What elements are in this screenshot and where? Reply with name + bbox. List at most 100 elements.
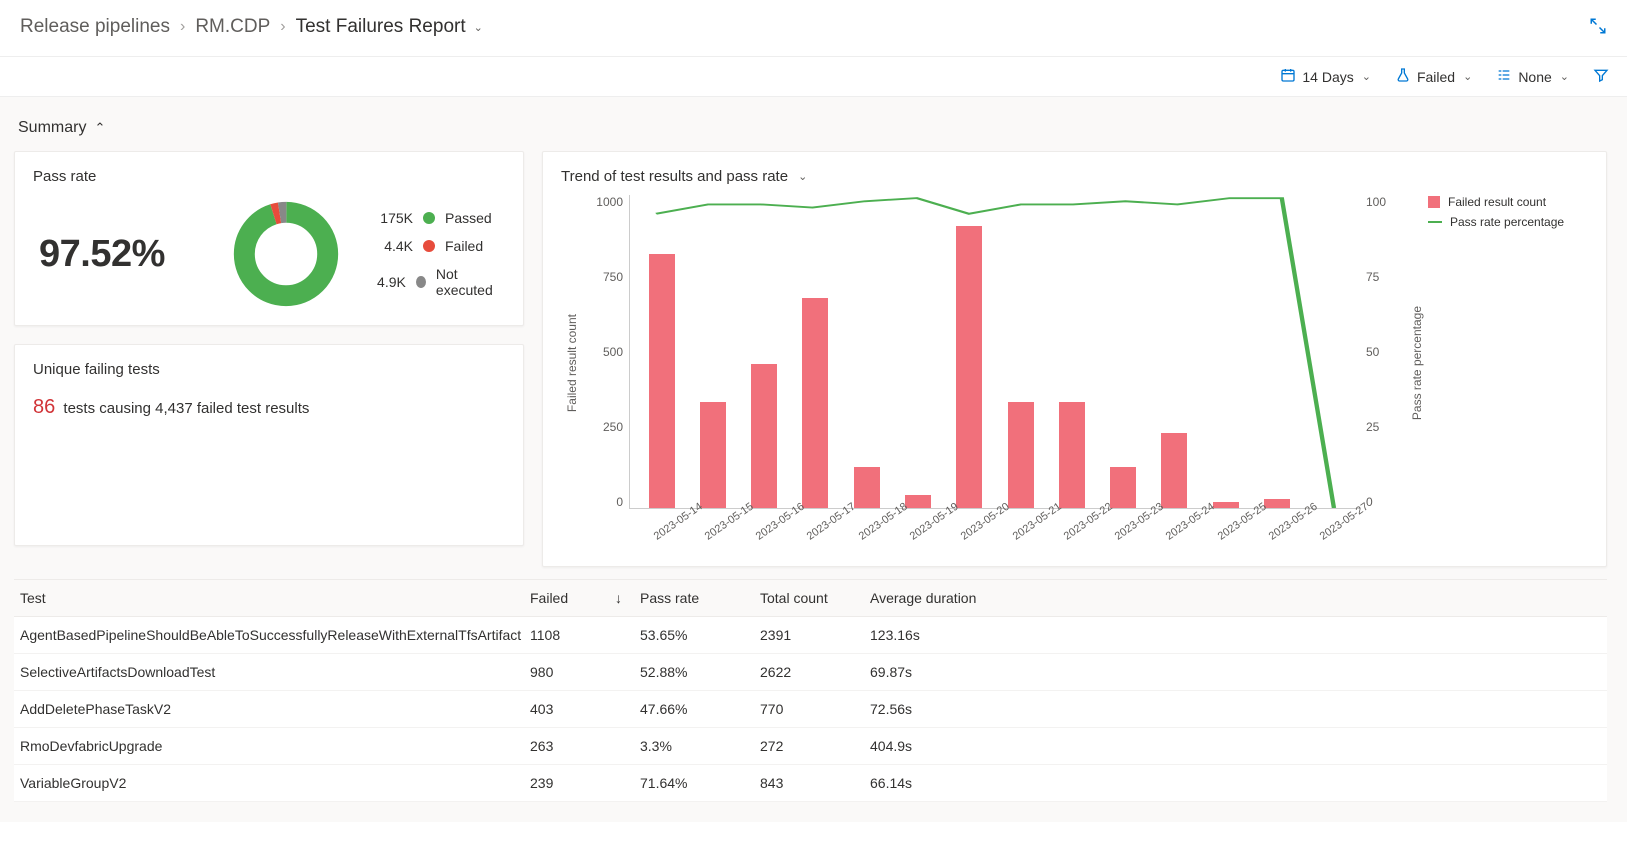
chevron-up-icon: ⌃ [94,120,105,136]
x-tick-label: 2023-05-22 [1062,518,1090,543]
cell-avg: 69.87s [870,664,1070,680]
x-tick-label: 2023-05-17 [805,518,833,543]
x-tick-label: 2023-05-14 [651,518,679,543]
table-row[interactable]: AddDeletePhaseTaskV240347.66%77072.56s [14,691,1607,728]
cell-failed: 980 [530,664,640,680]
cell-pass_rate: 52.88% [640,664,760,680]
chart-plot[interactable]: 2023-05-142023-05-152023-05-162023-05-17… [629,195,1360,509]
cell-pass_rate: 53.65% [640,627,760,643]
breadcrumb-root[interactable]: Release pipelines [20,16,170,38]
filter-button[interactable] [1593,67,1609,86]
pass-rate-donut [231,199,341,309]
pass-rate-value: 97.52% [33,233,203,276]
x-tick-label: 2023-05-20 [959,518,987,543]
sort-desc-icon: ↓ [615,590,622,606]
x-tick-label: 2023-05-16 [754,518,782,543]
chart-bar[interactable] [751,364,777,508]
legend-swatch-line [1428,221,1442,223]
chart-bar[interactable] [854,467,880,508]
chart-bar[interactable] [649,254,675,508]
legend-passed-count: 175K [369,210,413,226]
calendar-icon [1280,67,1296,86]
x-tick-label: 2023-05-15 [703,518,731,543]
cell-total: 770 [760,701,870,717]
col-pass-rate[interactable]: Pass rate [640,590,760,606]
outcome-picker[interactable]: Failed ⌄ [1395,67,1472,86]
unique-failing-card: Unique failing tests 86 tests causing 4,… [14,344,524,546]
cell-pass_rate: 3.3% [640,738,760,754]
chart-bar[interactable] [1059,402,1085,508]
cell-pass_rate: 71.64% [640,775,760,791]
cell-total: 843 [760,775,870,791]
y-axis-right-ticks: 1007550250 [1366,193,1406,533]
chart-bar[interactable] [905,495,931,508]
cell-avg: 66.14s [870,775,1070,791]
summary-section-toggle[interactable]: Summary ⌃ [14,113,1607,151]
chart-bar[interactable] [1008,402,1034,508]
chart-bar[interactable] [1110,467,1136,508]
failing-tests-table: Test Failed ↓ Pass rate Total count Aver… [14,579,1607,802]
x-tick-label: 2023-05-23 [1113,518,1141,543]
filter-icon [1593,67,1609,86]
breadcrumb-pipeline[interactable]: RM.CDP [195,16,270,38]
legend-failed-count: 4.4K [369,238,413,254]
date-range-picker[interactable]: 14 Days ⌄ [1280,67,1371,86]
cell-total: 2391 [760,627,870,643]
pass-rate-legend: 175K Passed 4.4K Failed 4.9K Not [369,210,505,298]
pass-rate-title: Pass rate [33,168,505,185]
flask-icon [1395,67,1411,86]
table-row[interactable]: RmoDevfabricUpgrade2633.3%272404.9s [14,728,1607,765]
cell-total: 2622 [760,664,870,680]
breadcrumb-current-dropdown[interactable]: Test Failures Report ⌄ [296,16,483,38]
legend-passed-label: Passed [445,210,492,226]
fullscreen-button[interactable] [1589,17,1607,38]
trend-chart-card: Trend of test results and pass rate ⌄ Fa… [542,151,1607,567]
chart-bar[interactable] [700,402,726,508]
col-failed[interactable]: Failed ↓ [530,590,640,606]
pass-rate-card: Pass rate 97.52% 175K [14,151,524,326]
chart-bar[interactable] [1264,499,1290,508]
cell-failed: 239 [530,775,640,791]
groupby-label: None [1518,69,1551,85]
chevron-down-icon: ⌄ [798,170,807,183]
chart-bar[interactable] [1161,433,1187,508]
x-tick-label: 2023-05-26 [1267,518,1295,543]
chevron-right-icon: › [180,18,185,36]
legend-swatch-grey [416,276,426,288]
cell-total: 272 [760,738,870,754]
y-axis-left-ticks: 10007505002500 [583,193,623,533]
chart-bar[interactable] [956,226,982,508]
chevron-down-icon: ⌄ [474,21,483,34]
col-total[interactable]: Total count [760,590,870,606]
group-icon [1496,67,1512,86]
y-axis-right-label: Pass rate percentage [1406,306,1428,420]
chart-legend: Failed result count Pass rate percentage [1428,193,1588,533]
legend-notexec-count: 4.9K [369,274,406,290]
legend-swatch-green [423,212,435,224]
outcome-label: Failed [1417,69,1455,85]
breadcrumb: Release pipelines › RM.CDP › Test Failur… [20,16,483,38]
chevron-down-icon: ⌄ [1463,70,1472,83]
cell-avg: 72.56s [870,701,1070,717]
table-row[interactable]: AgentBasedPipelineShouldBeAbleToSuccessf… [14,617,1607,654]
col-avg[interactable]: Average duration [870,590,1070,606]
cell-test: SelectiveArtifactsDownloadTest [20,664,530,680]
chevron-down-icon: ⌄ [1560,70,1569,83]
legend-line-label: Pass rate percentage [1450,215,1564,229]
section-title-text: Summary [18,119,86,137]
x-tick-label: 2023-05-24 [1164,518,1192,543]
x-tick-label: 2023-05-18 [856,518,884,543]
chart-bar[interactable] [802,298,828,508]
date-range-label: 14 Days [1302,69,1353,85]
unique-failing-title: Unique failing tests [33,361,505,378]
page-title: Test Failures Report [296,16,466,38]
toolbar: 14 Days ⌄ Failed ⌄ None ⌄ [0,57,1627,97]
col-test[interactable]: Test [20,590,530,606]
trend-chart-dropdown[interactable]: Trend of test results and pass rate ⌄ [561,168,1588,193]
groupby-picker[interactable]: None ⌄ [1496,67,1569,86]
table-row[interactable]: SelectiveArtifactsDownloadTest98052.88%2… [14,654,1607,691]
legend-failed-label: Failed [445,238,483,254]
cell-pass_rate: 47.66% [640,701,760,717]
table-row[interactable]: VariableGroupV223971.64%84366.14s [14,765,1607,802]
cell-failed: 403 [530,701,640,717]
